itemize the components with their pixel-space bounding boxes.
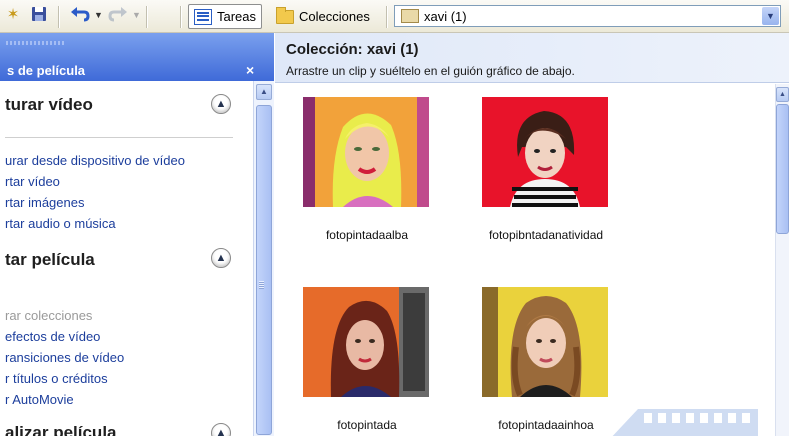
chevron-down-icon[interactable]: ▼ xyxy=(762,7,779,25)
task-link-capture-device[interactable]: urar desde dispositivo de vídeo xyxy=(5,153,185,168)
collections-button[interactable]: Colecciones xyxy=(271,4,375,29)
close-icon[interactable]: × xyxy=(246,62,254,78)
scrollbar-thumb[interactable] xyxy=(256,105,272,435)
tasks-button[interactable]: Tareas xyxy=(188,4,263,29)
collections-button-label: Colecciones xyxy=(299,9,370,24)
save-icon[interactable] xyxy=(30,6,48,24)
refresh-icon[interactable]: ✶ xyxy=(4,6,22,24)
task-link-import-audio[interactable]: rtar audio o música xyxy=(5,216,116,231)
collection-icon xyxy=(401,9,419,23)
task-link-automovie[interactable]: r AutoMovie xyxy=(5,392,74,407)
scrollbar-thumb[interactable] xyxy=(776,104,789,234)
taskpane-body: turar vídeo ▲ urar desde dispositivo de … xyxy=(0,81,253,436)
task-link-video-effects[interactable]: efectos de vídeo xyxy=(5,329,100,344)
clip-caption: fotopintadaainhoa xyxy=(498,418,594,432)
redo-dropdown-arrow[interactable]: ▼ xyxy=(132,6,141,24)
toolbar-separator xyxy=(386,6,388,28)
content-scrollbar[interactable]: ▲ xyxy=(775,84,789,436)
task-link-import-video[interactable]: rtar vídeo xyxy=(5,174,60,189)
clip-thumbnail[interactable] xyxy=(482,287,608,397)
collection-header: Colección: xavi (1) Arrastre un clip y s… xyxy=(275,33,789,83)
toolbar: ✶ ▼ ▼ Tareas Colecciones xavi (1) ▼ xyxy=(0,0,789,33)
clip-thumbnail[interactable] xyxy=(303,97,429,207)
task-link-titles-credits[interactable]: r títulos o créditos xyxy=(5,371,108,386)
collection-combo-value: xavi (1) xyxy=(424,8,467,24)
taskpane-title: s de película xyxy=(7,63,86,78)
section-title-finish[interactable]: alizar película xyxy=(5,423,117,436)
clip-thumbnail[interactable] xyxy=(303,287,429,397)
clip-caption: fotopintadaalba xyxy=(325,228,409,242)
toolbar-separator xyxy=(58,6,60,28)
section-divider xyxy=(5,137,233,138)
clip-caption: fotopibntadanatividad xyxy=(488,228,604,242)
task-link-show-collections[interactable]: rar colecciones xyxy=(5,308,92,323)
collection-instructions: Arrastre un clip y suéltelo en el guión … xyxy=(286,64,575,78)
chevron-up-icon[interactable]: ▲ xyxy=(211,248,231,268)
section-title-edit[interactable]: tar película xyxy=(5,250,95,270)
clip-caption: fotopintada xyxy=(337,418,397,432)
section-title-capture[interactable]: turar vídeo xyxy=(5,95,93,115)
taskpane-header: s de película × xyxy=(0,33,274,81)
toolbar-separator xyxy=(180,6,182,28)
taskpane-scrollbar[interactable]: ▲ xyxy=(253,81,274,436)
filmstrip-watermark-icon xyxy=(612,409,758,436)
header-grip xyxy=(6,41,66,45)
redo-icon[interactable] xyxy=(108,6,127,24)
chevron-up-icon[interactable]: ▲ xyxy=(211,94,231,114)
clip-thumbnail[interactable] xyxy=(482,97,608,207)
tasks-icon xyxy=(194,8,212,25)
collection-combo[interactable]: xavi (1) ▼ xyxy=(394,5,781,27)
collections-folder-icon xyxy=(276,6,294,24)
undo-icon[interactable] xyxy=(70,6,90,24)
toolbar-separator xyxy=(146,6,148,28)
scroll-up-icon[interactable]: ▲ xyxy=(776,87,789,102)
scroll-up-icon[interactable]: ▲ xyxy=(256,84,272,100)
chevron-up-icon[interactable]: ▲ xyxy=(211,423,231,436)
tasks-button-label: Tareas xyxy=(217,9,257,24)
clip-grid: fotopintadaalba fotopibntadanatividad fo… xyxy=(275,84,775,436)
undo-dropdown-arrow[interactable]: ▼ xyxy=(94,6,103,24)
task-link-import-images[interactable]: rtar imágenes xyxy=(5,195,84,210)
scrollbar-grip xyxy=(259,281,264,289)
movie-tasks-pane: s de película × turar vídeo ▲ urar desde… xyxy=(0,33,274,436)
collection-title: Colección: xavi (1) xyxy=(286,41,419,58)
task-link-video-transitions[interactable]: ransiciones de vídeo xyxy=(5,350,124,365)
